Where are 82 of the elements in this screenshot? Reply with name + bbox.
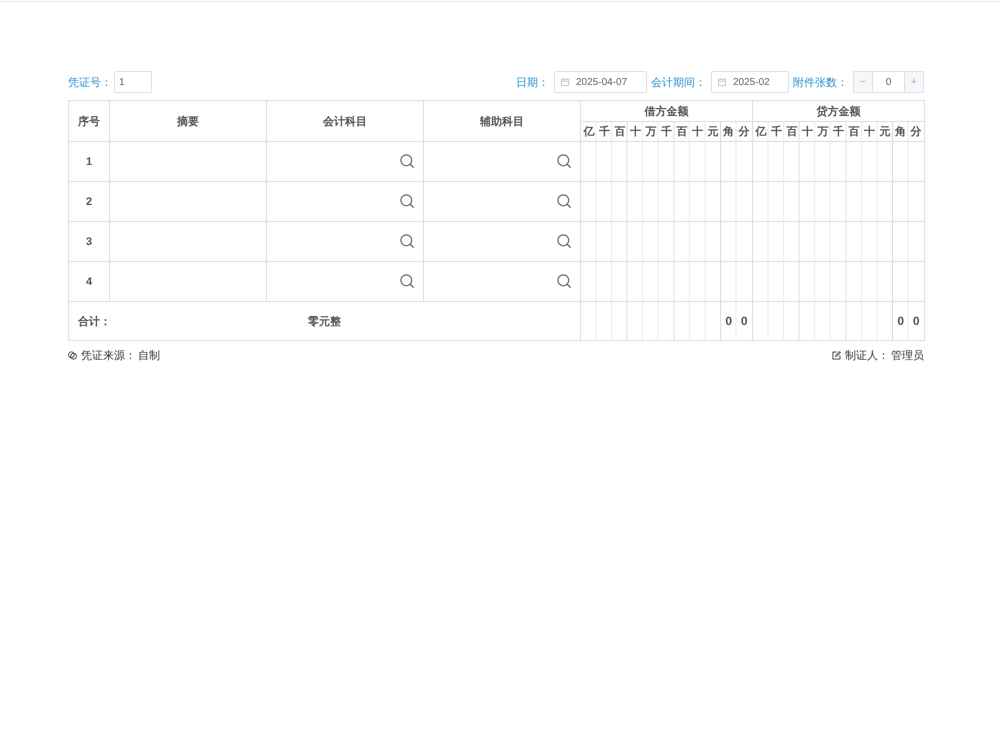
summary-cell[interactable] bbox=[110, 142, 266, 182]
digit-heading: 百 bbox=[613, 125, 626, 140]
amount-cell[interactable] bbox=[752, 182, 924, 222]
amount-group-header: 借方金额 bbox=[580, 100, 752, 122]
lookup-cell[interactable] bbox=[424, 222, 580, 262]
amount-digit: 0 bbox=[897, 314, 904, 328]
lookup-cell[interactable] bbox=[266, 142, 424, 182]
date-field[interactable]: 2025-04-07 bbox=[554, 71, 647, 93]
digit-heading: 十 bbox=[800, 124, 814, 140]
digit-heading: 千 bbox=[598, 124, 611, 140]
column-header: 会计科目 bbox=[266, 100, 424, 142]
search-icon[interactable] bbox=[557, 274, 571, 288]
digit-heading: 亿 bbox=[582, 125, 596, 140]
period-field[interactable]: 2025-02 bbox=[711, 71, 789, 93]
date-label: 日期： bbox=[516, 76, 549, 90]
digit-heading: 分 bbox=[910, 124, 923, 140]
digit-heading: 千 bbox=[832, 124, 845, 140]
amount-cell[interactable] bbox=[580, 262, 752, 302]
attachment-count-label: 附件张数： bbox=[793, 76, 848, 90]
amount-digit: 0 bbox=[912, 314, 920, 328]
digit-heading: 十 bbox=[863, 124, 876, 140]
edit-icon bbox=[832, 351, 841, 360]
digit-heading: 角 bbox=[894, 124, 908, 140]
digit-heading: 亿 bbox=[754, 125, 768, 140]
digit-heading: 角 bbox=[722, 124, 736, 140]
lookup-cell[interactable] bbox=[424, 182, 580, 222]
maker-label: 制证人： bbox=[845, 349, 889, 363]
summary-cell[interactable] bbox=[110, 222, 266, 262]
maker-value: 管理员 bbox=[891, 349, 924, 363]
amount-cell[interactable] bbox=[580, 222, 752, 262]
period-label: 会计期间： bbox=[651, 76, 706, 90]
summary-cell[interactable] bbox=[110, 262, 266, 302]
search-icon[interactable] bbox=[400, 274, 414, 288]
lookup-cell[interactable] bbox=[424, 262, 580, 302]
digit-heading: 百 bbox=[785, 125, 798, 140]
source-value: 自制 bbox=[138, 349, 160, 363]
amount-group-header: 贷方金额 bbox=[752, 100, 924, 122]
lookup-cell[interactable] bbox=[266, 222, 424, 262]
column-header: 序号 bbox=[68, 100, 110, 142]
row-number: 1 bbox=[68, 142, 110, 182]
search-icon[interactable] bbox=[557, 234, 571, 248]
amount-cell[interactable] bbox=[752, 142, 924, 182]
lookup-cell[interactable] bbox=[424, 142, 580, 182]
digit-heading: 千 bbox=[770, 124, 783, 140]
attachment-count-field[interactable]: 0 bbox=[873, 71, 904, 93]
digit-heading: 元 bbox=[706, 125, 720, 140]
source-label: 凭证来源： bbox=[81, 349, 136, 363]
linked-circles-icon bbox=[68, 351, 77, 360]
search-icon[interactable] bbox=[400, 234, 414, 248]
amount-digit: 0 bbox=[725, 314, 732, 328]
digit-heading: 十 bbox=[691, 124, 704, 140]
amount-cell[interactable] bbox=[752, 222, 924, 262]
digit-heading: 元 bbox=[878, 125, 892, 140]
voucher-number-field[interactable]: 1 bbox=[114, 71, 152, 93]
row-number: 2 bbox=[68, 182, 110, 222]
calendar-icon bbox=[718, 78, 726, 86]
amount-cell[interactable] bbox=[580, 142, 752, 182]
amount-digit: 0 bbox=[740, 314, 748, 328]
digit-heading: 万 bbox=[816, 125, 830, 140]
total-label: 合计： bbox=[78, 314, 111, 328]
search-icon[interactable] bbox=[400, 194, 414, 208]
row-number: 3 bbox=[68, 222, 110, 262]
column-header: 辅助科目 bbox=[424, 100, 580, 142]
search-icon[interactable] bbox=[557, 154, 571, 168]
search-icon[interactable] bbox=[400, 154, 414, 168]
total-amount-in-words: 零元整 bbox=[308, 314, 341, 328]
digit-heading: 万 bbox=[644, 125, 658, 140]
amount-cell[interactable] bbox=[580, 182, 752, 222]
search-icon[interactable] bbox=[557, 194, 571, 208]
digit-heading: 十 bbox=[628, 124, 642, 140]
digit-heading: 分 bbox=[738, 124, 751, 140]
voucher-number-label: 凭证号： bbox=[68, 76, 112, 90]
lookup-cell[interactable] bbox=[266, 182, 424, 222]
row-number: 4 bbox=[68, 262, 110, 302]
column-header: 摘要 bbox=[110, 100, 266, 142]
calendar-icon bbox=[561, 78, 569, 86]
digit-heading: 百 bbox=[848, 125, 861, 140]
digit-heading: 千 bbox=[660, 124, 673, 140]
amount-cell[interactable] bbox=[752, 262, 924, 302]
summary-cell[interactable] bbox=[110, 182, 266, 222]
lookup-cell[interactable] bbox=[266, 262, 424, 302]
digit-heading: 百 bbox=[676, 125, 689, 140]
